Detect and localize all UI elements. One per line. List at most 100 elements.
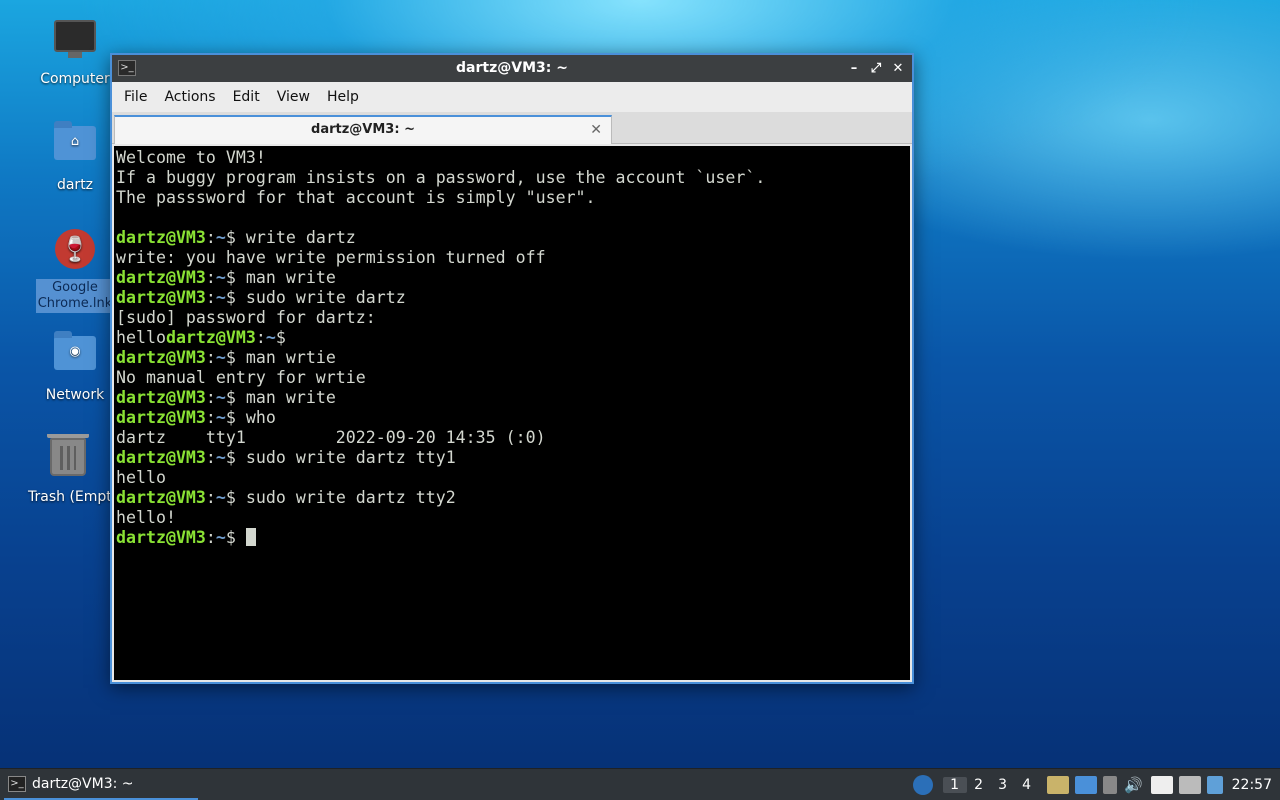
window-title: dartz@VM3: ~ <box>456 60 568 76</box>
tab-bar: dartz@VM3: ~ ✕ <box>112 112 912 144</box>
terminal-output-line: If a buggy program insists on a password… <box>116 168 766 187</box>
terminal-prompt-line: dartz@VM3:~$ <box>116 528 910 548</box>
terminal-output-line: dartz tty1 2022-09-20 14:35 (:0) <box>116 428 546 447</box>
workspace-2[interactable]: 2 <box>967 777 991 793</box>
menu-view[interactable]: View <box>271 89 321 105</box>
terminal-window: >_ dartz@VM3: ~ – ⤢ ✕ File Actions Edit … <box>110 53 914 684</box>
lxqt-menu-icon[interactable] <box>912 775 933 795</box>
menu-edit[interactable]: Edit <box>227 89 271 105</box>
command-text: who <box>245 408 276 427</box>
terminal-prompt-line: dartz@VM3:~$ sudo write dartz tty1 <box>116 448 456 467</box>
command-text: man write <box>245 388 336 407</box>
terminal-prompt-line: dartz@VM3:~$ man write <box>116 268 336 287</box>
prompt-user: dartz@VM3 <box>116 388 206 407</box>
prompt-user: dartz@VM3 <box>116 228 206 247</box>
terminal-output-line: hello! <box>116 508 176 527</box>
menu-file[interactable]: File <box>118 89 158 105</box>
desktop-icon-label: Network <box>45 387 105 403</box>
desktop-icon-trash[interactable]: Trash (Empty) <box>26 434 110 506</box>
volume-icon[interactable]: 🔊 <box>1123 776 1145 794</box>
desktop-icon-label: Computer <box>40 71 110 87</box>
maximize-button[interactable]: ⤢ <box>868 55 884 82</box>
terminal-output-line: The passsword for that account is simply… <box>116 188 596 207</box>
menu-actions[interactable]: Actions <box>158 89 226 105</box>
network-folder-icon: ◉ <box>52 331 98 382</box>
show-desktop-icon[interactable] <box>1074 776 1097 794</box>
minimize-button[interactable]: – <box>846 55 862 82</box>
command-text: write dartz <box>245 228 356 247</box>
window-titlebar[interactable]: >_ dartz@VM3: ~ – ⤢ ✕ <box>112 55 912 82</box>
prompt-user: dartz@VM3 <box>116 488 206 507</box>
clipboard-icon[interactable] <box>1046 776 1069 794</box>
terminal-output-line: hello <box>116 468 166 487</box>
prompt-user: dartz@VM3 <box>116 288 206 307</box>
desktop-icon-computer[interactable]: Computer <box>35 16 115 88</box>
prompt-path: ~ <box>215 268 226 287</box>
terminal-prompt-line: dartz@VM3:~$ write dartz <box>116 228 356 247</box>
workspace-3[interactable]: 3 <box>991 777 1015 793</box>
desktop-icon-label: Google Chrome.lnk <box>35 279 115 313</box>
taskbar-task-label: dartz@VM3: ~ <box>32 776 134 792</box>
terminal-prompt-line: dartz@VM3:~$ who <box>116 408 276 427</box>
prompt-user: dartz@VM3 <box>116 348 206 367</box>
eject-icon[interactable] <box>1102 776 1117 794</box>
command-text: man write <box>245 268 336 287</box>
prompt-path: ~ <box>265 328 276 347</box>
prompt-path: ~ <box>215 388 226 407</box>
tab-terminal[interactable]: dartz@VM3: ~ ✕ <box>114 115 612 144</box>
desktop-icon-label: dartz <box>56 177 94 193</box>
prompt-user: dartz@VM3 <box>116 268 206 287</box>
prompt-path: ~ <box>215 408 226 427</box>
home-folder-icon: ⌂ <box>52 121 98 172</box>
terminal-prompt-line: dartz@VM3:~$ man write <box>116 388 336 407</box>
notes-icon[interactable] <box>1150 776 1173 794</box>
menu-bar: File Actions Edit View Help <box>112 82 912 112</box>
desktop-icon-label: Trash (Empty) <box>28 489 110 505</box>
command-text: man wrtie <box>245 348 336 367</box>
command-text: sudo write dartz tty2 <box>245 488 456 507</box>
prompt-path: ~ <box>215 228 226 247</box>
tab-close-icon[interactable]: ✕ <box>590 117 602 143</box>
prompt-path: ~ <box>215 528 226 547</box>
terminal-output[interactable]: Welcome to VM3! If a buggy program insist… <box>114 146 910 680</box>
prompt-user: dartz@VM3 <box>116 408 206 427</box>
prompt-user: dartz@VM3 <box>116 448 206 467</box>
desktop-icon-network[interactable]: ◉ Network <box>35 330 115 404</box>
taskbar-terminal-button[interactable]: >_ dartz@VM3: ~ <box>4 770 198 800</box>
terminal-output-line: [sudo] password for dartz: <box>116 308 376 327</box>
computer-icon <box>52 20 98 66</box>
text-cursor <box>245 528 256 546</box>
prompt-path: ~ <box>215 348 226 367</box>
prompt-path: ~ <box>215 448 226 467</box>
terminal-prompt-line: dartz@VM3:~$ sudo write dartz tty2 <box>116 488 456 507</box>
workspace-1[interactable]: 1 <box>942 777 967 793</box>
clock: 22:57 <box>1231 777 1272 793</box>
command-text: sudo write dartz <box>245 288 406 307</box>
prompt-path: ~ <box>215 488 226 507</box>
menu-help[interactable]: Help <box>321 89 370 105</box>
terminal-prompt-line: dartz@VM3:~$ sudo write dartz <box>116 288 406 307</box>
terminal-prompt-line: dartz@VM3:~$ man wrtie <box>116 348 336 367</box>
network-tray-icon[interactable] <box>1178 776 1201 794</box>
prompt-user: dartz@VM3 <box>116 528 206 547</box>
system-tray: 1 2 3 4 🔊 22:57 <box>910 769 1280 800</box>
taskbar: >_ dartz@VM3: ~ 1 2 3 4 🔊 22:57 <box>0 768 1280 800</box>
chrome-icon: 🍷 <box>52 229 98 275</box>
terminal-output-line: Welcome to VM3! <box>116 148 266 167</box>
prompt-path: ~ <box>215 288 226 307</box>
desktop-icon-home-folder[interactable]: ⌂ dartz <box>35 120 115 194</box>
tab-title: dartz@VM3: ~ <box>311 122 415 137</box>
prompt-user: dartz@VM3 <box>165 328 256 347</box>
trash-icon <box>45 434 91 484</box>
desktop-icon-chrome[interactable]: 🍷 Google Chrome.lnk <box>35 226 115 313</box>
terminal-app-icon: >_ <box>118 60 136 76</box>
terminal-output-line: write: you have write permission turned … <box>116 248 546 267</box>
workspace-4[interactable]: 4 <box>1015 777 1039 793</box>
terminal-prompt-line: hellodartz@VM3:~$ <box>116 328 296 347</box>
command-text: sudo write dartz tty1 <box>245 448 456 467</box>
close-button[interactable]: ✕ <box>890 55 906 82</box>
terminal-icon: >_ <box>8 776 26 792</box>
terminal-text: hello <box>116 328 166 347</box>
notification-icon[interactable] <box>1206 776 1223 794</box>
